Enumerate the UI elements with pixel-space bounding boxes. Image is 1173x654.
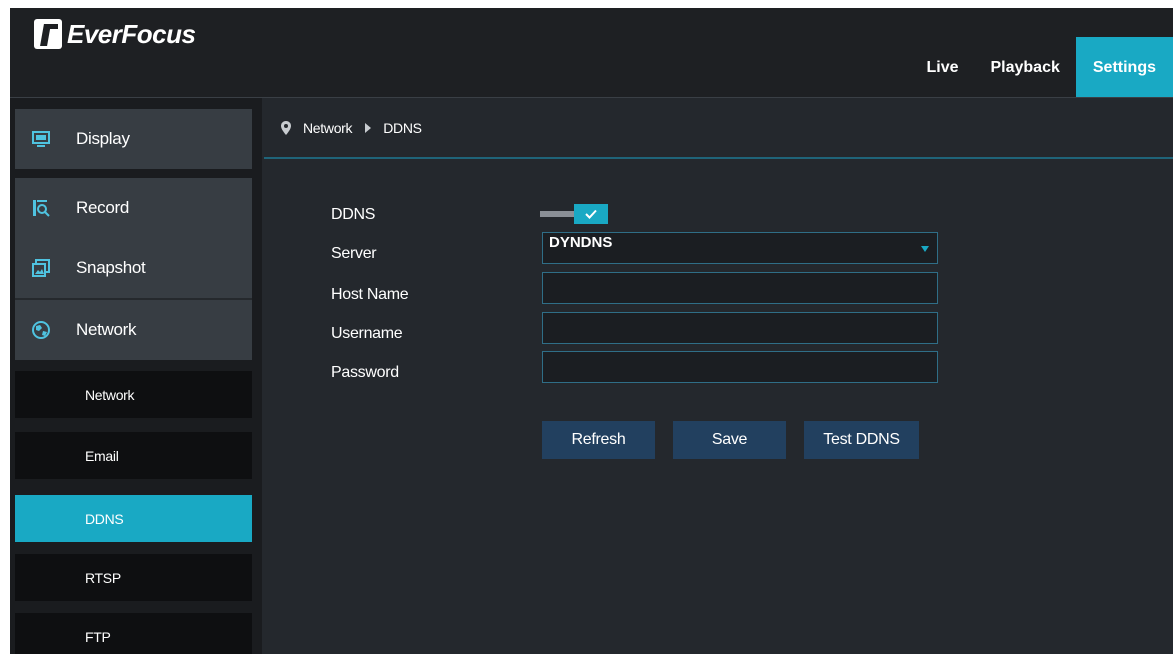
- sidebar-subitem-label: FTP: [85, 628, 111, 645]
- display-icon: [31, 129, 51, 149]
- password-label: Password: [331, 364, 399, 381]
- host-name-label: Host Name: [331, 286, 409, 303]
- check-icon: [574, 204, 608, 224]
- everfocus-logo-icon: [34, 19, 62, 49]
- sidebar-item-label: Network: [76, 320, 137, 339]
- record-search-icon: [31, 198, 51, 218]
- sidebar-item-label: Display: [76, 129, 130, 148]
- top-nav: Live Playback Settings: [910, 37, 1173, 98]
- ddns-toggle[interactable]: [540, 204, 608, 224]
- brand-name: EverFocus: [67, 18, 196, 49]
- host-name-input[interactable]: [542, 272, 938, 304]
- main-content: Network DDNS DDNS Server DYNDNS Host Nam…: [264, 98, 1173, 654]
- sidebar-subitem-email[interactable]: Email: [15, 432, 252, 479]
- sidebar-item-snapshot[interactable]: Snapshot: [15, 238, 252, 298]
- sidebar-subitem-label: DDNS: [85, 510, 124, 527]
- username-label: Username: [331, 325, 403, 342]
- sidebar-item-record[interactable]: Record: [15, 178, 252, 238]
- server-select[interactable]: DYNDNS: [542, 232, 938, 264]
- server-label: Server: [331, 245, 377, 262]
- ddns-label: DDNS: [331, 206, 376, 223]
- breadcrumb-page: DDNS: [383, 119, 422, 136]
- sidebar-subitem-label: RTSP: [85, 569, 121, 586]
- sidebar-item-network[interactable]: Network: [15, 300, 252, 360]
- sidebar-subitem-label: Email: [85, 447, 119, 464]
- chevron-down-icon: [921, 246, 929, 252]
- nav-live[interactable]: Live: [910, 37, 974, 98]
- breadcrumb: Network DDNS: [264, 98, 1173, 159]
- test-ddns-button[interactable]: Test DDNS: [804, 421, 919, 459]
- password-input[interactable]: [542, 351, 938, 383]
- server-select-value: DYNDNS: [549, 233, 613, 251]
- app-window: EverFocus Live Playback Settings Display: [10, 8, 1173, 654]
- username-input[interactable]: [542, 312, 938, 344]
- nav-playback[interactable]: Playback: [974, 37, 1075, 98]
- brand-logo: EverFocus: [34, 14, 196, 54]
- sidebar-subitem-network[interactable]: Network: [15, 371, 252, 418]
- sidebar-subitem-ftp[interactable]: FTP: [15, 613, 252, 654]
- snapshot-icon: [31, 258, 51, 278]
- sidebar-item-display[interactable]: Display: [15, 109, 252, 169]
- nav-settings[interactable]: Settings: [1075, 37, 1173, 98]
- sidebar-subitem-rtsp[interactable]: RTSP: [15, 554, 252, 601]
- chevron-right-icon: [365, 122, 372, 133]
- location-pin-icon: [281, 120, 291, 135]
- network-globe-icon: [31, 320, 51, 340]
- sidebar-subitem-label: Network: [85, 386, 135, 403]
- sidebar-subitem-ddns[interactable]: DDNS: [15, 495, 252, 542]
- save-button[interactable]: Save: [673, 421, 786, 459]
- refresh-button[interactable]: Refresh: [542, 421, 655, 459]
- breadcrumb-section[interactable]: Network: [303, 120, 353, 136]
- sidebar: Display Record Snapshot Network Network …: [10, 98, 262, 654]
- sidebar-item-label: Snapshot: [76, 258, 146, 277]
- top-bar: EverFocus Live Playback Settings: [10, 8, 1173, 98]
- sidebar-item-label: Record: [76, 198, 130, 217]
